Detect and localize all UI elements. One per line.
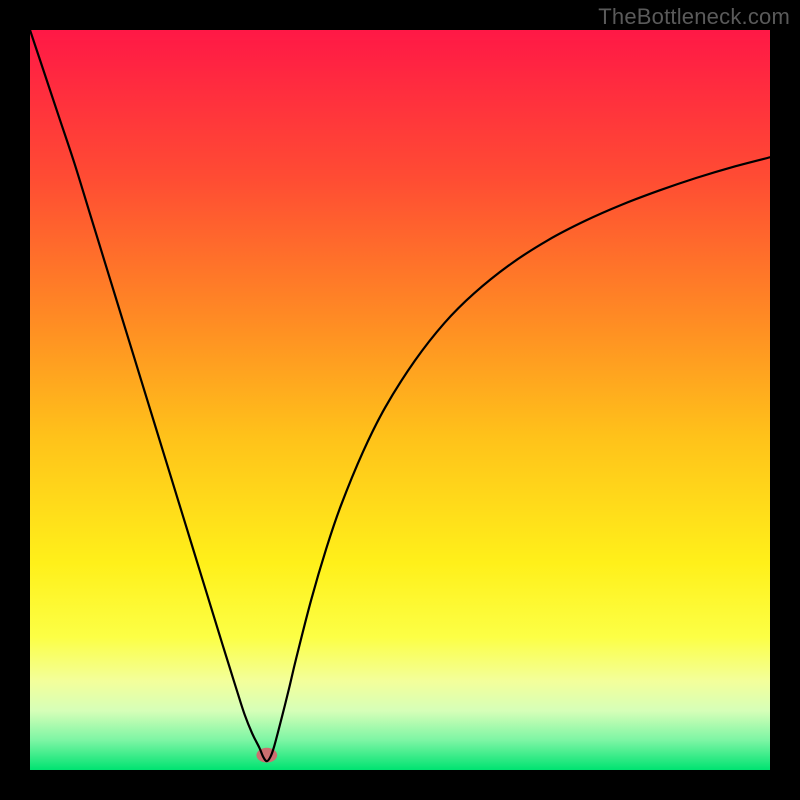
watermark-text: TheBottleneck.com (598, 4, 790, 30)
series-group (30, 30, 770, 761)
series-bottleneck-curve (30, 30, 770, 761)
plot-svg-layer (30, 30, 770, 770)
chart-frame: TheBottleneck.com (0, 0, 800, 800)
plot-area (30, 30, 770, 770)
